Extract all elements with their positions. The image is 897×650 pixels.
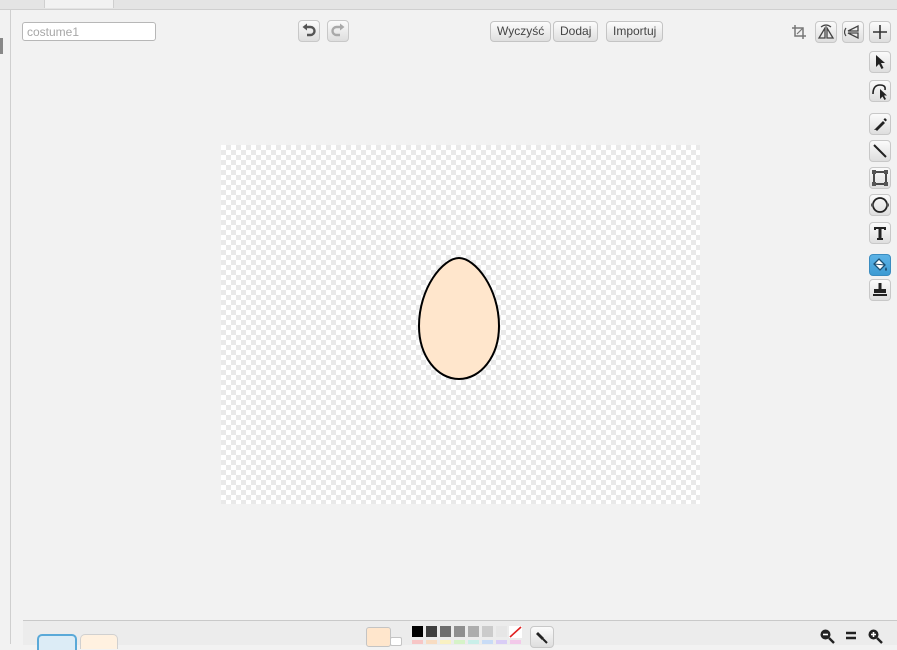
undo-icon (302, 23, 316, 37)
undo-button[interactable] (298, 20, 320, 42)
palette-color-black[interactable] (412, 626, 423, 637)
paint-bucket-icon (873, 258, 887, 271)
palette-color-mint[interactable] (454, 640, 465, 644)
select-tool-button[interactable] (869, 51, 891, 73)
palette-color-peach[interactable] (426, 640, 437, 644)
palette-color-pink[interactable] (412, 640, 423, 644)
egg-shape[interactable] (417, 256, 503, 382)
palette-color-darkgray[interactable] (426, 626, 437, 637)
editor-top-strip (0, 0, 897, 10)
clear-button[interactable]: Wyczyść (490, 21, 552, 42)
bitmap-mode-button[interactable] (37, 634, 77, 650)
zoom-reset-icon (846, 631, 856, 640)
palette-color-sky[interactable] (482, 640, 493, 644)
palette-color-cream[interactable] (440, 640, 451, 644)
palette-color-rose[interactable] (510, 640, 521, 644)
flip-horizontal-icon (817, 24, 835, 39)
secondary-color-swatch[interactable] (390, 637, 402, 646)
import-button[interactable]: Importuj (606, 21, 664, 42)
palette-color-midgray[interactable] (454, 626, 465, 637)
zoom-out-icon (820, 629, 835, 644)
palette-color-aqua[interactable] (468, 640, 479, 644)
palette-color-paleg[interactable] (496, 626, 507, 637)
palette-color-gray[interactable] (440, 626, 451, 637)
text-icon (874, 227, 886, 240)
line-tool-button[interactable] (869, 140, 891, 162)
vector-mode-button[interactable] (80, 634, 118, 649)
editor-tab[interactable] (44, 0, 114, 8)
ellipse-tool-button[interactable] (869, 194, 891, 216)
zoom-in-icon (868, 629, 883, 644)
left-divider (10, 9, 11, 644)
line-icon (873, 144, 887, 158)
reshape-tool-button[interactable] (869, 80, 891, 102)
no-color-icon[interactable] (509, 626, 522, 638)
stamp-icon (873, 283, 887, 296)
flip-horizontal-button[interactable] (815, 21, 837, 43)
palette-color-lightgray[interactable] (468, 626, 479, 637)
set-center-button[interactable] (869, 21, 891, 43)
crop-icon (792, 25, 806, 39)
add-button[interactable]: Dodaj (553, 21, 599, 42)
flip-vertical-icon (844, 24, 859, 40)
eyedropper-icon (536, 632, 548, 644)
rectangle-icon (872, 170, 888, 186)
stamp-tool-button[interactable] (869, 279, 891, 301)
costume-name-input[interactable] (22, 22, 156, 41)
palette-color-lavender[interactable] (496, 640, 507, 644)
select-arrow-icon (876, 55, 885, 69)
flip-vertical-button[interactable] (842, 21, 864, 43)
crosshair-icon (873, 25, 887, 39)
redo-icon (331, 23, 345, 37)
text-tool-button[interactable] (869, 222, 891, 244)
panel-resize-handle[interactable] (0, 38, 3, 54)
primary-color-swatch[interactable] (366, 627, 391, 647)
fill-tool-button[interactable] (869, 254, 891, 276)
eyedropper-button[interactable] (530, 626, 554, 648)
rectangle-tool-button[interactable] (869, 167, 891, 189)
brush-tool-button[interactable] (869, 113, 891, 135)
reshape-icon (872, 84, 887, 100)
crop-button[interactable] (788, 21, 810, 43)
ellipse-icon (871, 197, 889, 213)
pencil-icon (874, 118, 887, 131)
palette-color-silver[interactable] (482, 626, 493, 637)
redo-button[interactable] (327, 20, 349, 42)
